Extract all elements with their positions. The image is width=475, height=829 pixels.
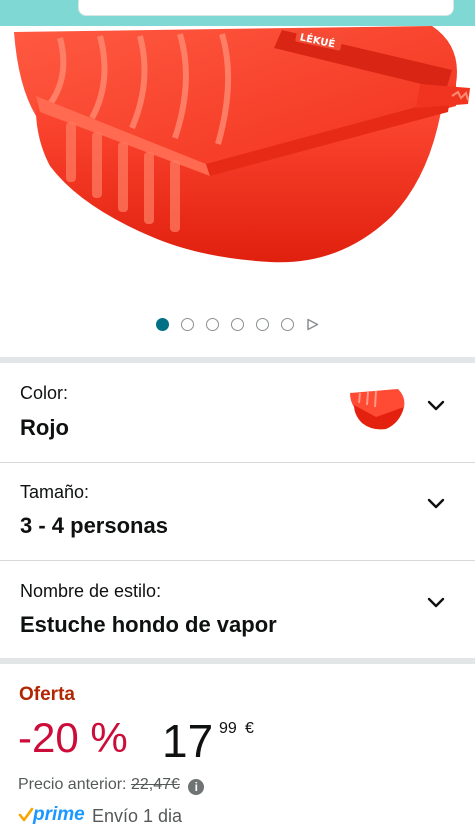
top-app-bar: [0, 0, 475, 26]
variation-size[interactable]: Tamaño: 3 - 4 personas: [0, 463, 475, 561]
carousel-dot-1[interactable]: [156, 317, 169, 331]
carousel-dot-5[interactable]: [256, 317, 269, 331]
color-swatch-thumbnail[interactable]: [346, 385, 408, 433]
previous-price-value: 22,47€: [130, 776, 180, 793]
variation-label: Tamaño:: [20, 482, 90, 502]
chevron-down-icon[interactable]: [426, 497, 446, 511]
discount-percentage: -20 %: [18, 714, 128, 761]
search-input[interactable]: [78, 0, 454, 16]
carousel-dot-2[interactable]: [181, 317, 194, 331]
previous-price-label: Precio anterior:: [18, 776, 127, 793]
carousel-dot-3[interactable]: [206, 317, 219, 331]
product-image-graphic: LÉKUÉ: [14, 26, 470, 263]
shipping-info: Envío 1 dia: [92, 806, 183, 826]
variation-style[interactable]: Nombre de estilo: Estuche hondo de vapor: [0, 561, 475, 659]
variation-color[interactable]: Color: Rojo: [0, 363, 475, 461]
previous-price-row: Precio anterior: 22,47€ i: [18, 776, 205, 795]
price-currency: €: [245, 720, 254, 737]
variation-label: Nombre de estilo:: [20, 581, 162, 601]
info-icon[interactable]: i: [188, 779, 205, 795]
image-carousel-indicator: [0, 316, 475, 332]
video-play-icon[interactable]: [306, 318, 319, 331]
variation-value: Rojo: [20, 415, 69, 440]
carousel-dot-4[interactable]: [231, 317, 244, 331]
price-fraction: 99: [219, 720, 237, 737]
prime-check-icon: [18, 807, 34, 822]
price-whole: 17: [162, 715, 214, 767]
carousel-dot-6[interactable]: [281, 317, 294, 331]
section-divider: [0, 658, 475, 664]
product-image[interactable]: LÉKUÉ: [0, 26, 475, 276]
chevron-down-icon[interactable]: [426, 399, 446, 413]
variation-label: Color:: [20, 383, 69, 403]
prime-logo: prime: [33, 804, 85, 825]
variation-value: 3 - 4 personas: [20, 513, 168, 538]
chevron-down-icon[interactable]: [426, 596, 446, 610]
deal-badge: Oferta: [19, 684, 75, 705]
variation-value: Estuche hondo de vapor: [20, 612, 277, 637]
